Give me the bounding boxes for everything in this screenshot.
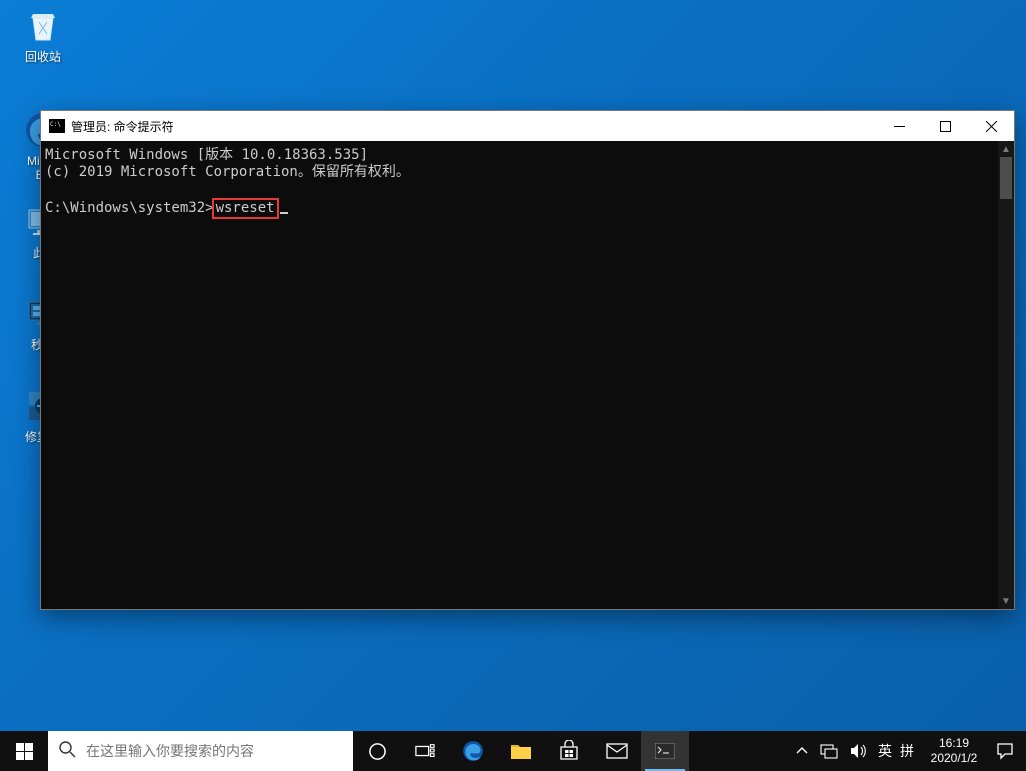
cmd-icon (49, 119, 65, 133)
recycle-bin-icon (23, 6, 63, 46)
tray-chevron-up-button[interactable] (790, 731, 814, 771)
cmd-caret (280, 212, 288, 214)
taskbar-cmd-button[interactable] (641, 731, 689, 771)
cmd-text-area[interactable]: Microsoft Windows [版本 10.0.18363.535](c)… (41, 141, 998, 609)
desktop-icon-label: 回收站 (25, 50, 61, 64)
minimize-button[interactable] (876, 111, 922, 141)
taskbar-search[interactable] (48, 731, 353, 771)
maximize-button[interactable] (922, 111, 968, 141)
cmd-title-text: 管理员: 命令提示符 (71, 118, 174, 135)
tray-clock[interactable]: 16:19 2020/1/2 (918, 736, 990, 766)
cmd-command-highlight: wsreset (212, 198, 279, 219)
system-tray: 英 拼 16:19 2020/1/2 (790, 731, 1026, 771)
desktop-icon-recycle-bin[interactable]: 回收站 (6, 6, 80, 80)
taskbar-mail-button[interactable] (593, 731, 641, 771)
tray-ime-lang[interactable]: 英 (874, 731, 896, 771)
task-view-button[interactable] (401, 731, 449, 771)
tray-volume-icon[interactable] (844, 731, 874, 771)
scroll-thumb[interactable] (1000, 157, 1012, 199)
cmd-prompt: C:\Windows\system32> (45, 200, 214, 216)
taskbar-store-button[interactable] (545, 731, 593, 771)
scroll-down-arrow[interactable]: ▼ (998, 593, 1014, 609)
taskbar-file-explorer-button[interactable] (497, 731, 545, 771)
start-button[interactable] (0, 731, 48, 771)
cmd-output-line: Microsoft Windows [版本 10.0.18363.535] (45, 147, 994, 164)
cmd-command: wsreset (216, 200, 275, 216)
scroll-up-arrow[interactable]: ▲ (998, 141, 1014, 157)
cmd-scrollbar[interactable]: ▲ ▼ (998, 141, 1014, 609)
taskbar-search-input[interactable] (86, 743, 343, 759)
tray-date: 2020/1/2 (931, 751, 978, 766)
taskbar-edge-button[interactable] (449, 731, 497, 771)
taskbar: 英 拼 16:19 2020/1/2 (0, 731, 1026, 771)
scroll-track[interactable] (998, 157, 1014, 593)
tray-network-icon[interactable] (814, 731, 844, 771)
cmd-window: 管理员: 命令提示符 Microsoft Windows [版本 10.0.18… (40, 110, 1015, 610)
cmd-body[interactable]: Microsoft Windows [版本 10.0.18363.535](c)… (41, 141, 1014, 609)
search-icon (58, 740, 76, 763)
taskbar-pinned (353, 731, 689, 771)
cmd-output-line: (c) 2019 Microsoft Corporation。保留所有权利。 (45, 164, 994, 181)
tray-time: 16:19 (939, 736, 969, 751)
tray-ime-mode[interactable]: 拼 (896, 731, 918, 771)
cmd-blank-line (45, 181, 994, 198)
cmd-title-bar[interactable]: 管理员: 命令提示符 (41, 111, 1014, 141)
close-button[interactable] (968, 111, 1014, 141)
cortana-button[interactable] (353, 731, 401, 771)
tray-action-center-button[interactable] (990, 731, 1020, 771)
cmd-prompt-line: C:\Windows\system32>wsreset (45, 198, 994, 219)
